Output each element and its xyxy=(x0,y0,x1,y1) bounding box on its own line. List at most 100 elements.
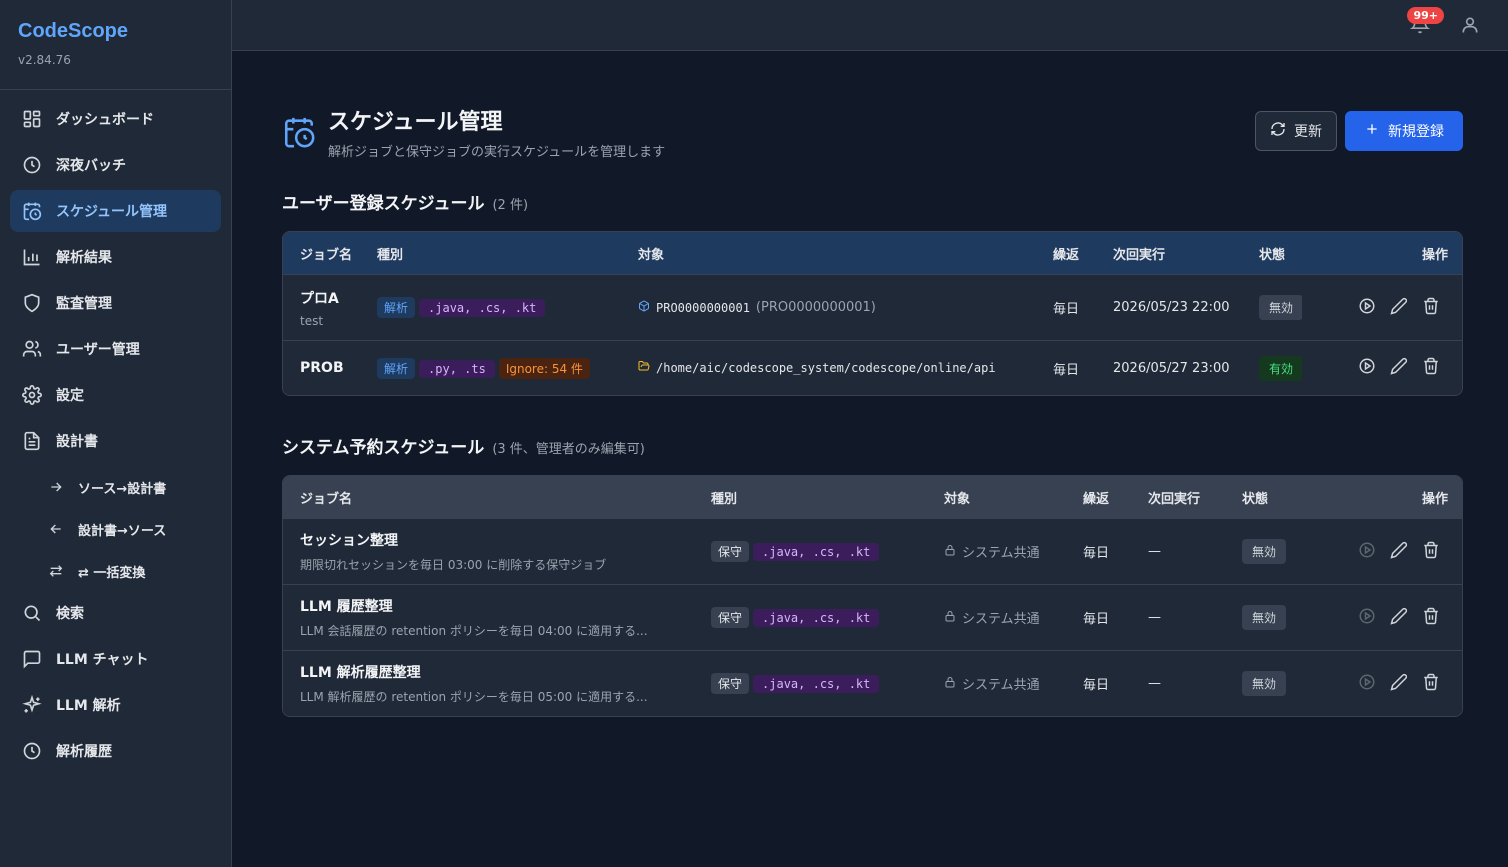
clock-icon xyxy=(22,155,42,175)
col-name[interactable]: ジョブ名 xyxy=(283,244,360,263)
edit-icon[interactable] xyxy=(1390,673,1408,695)
sidebar-item-label: 監査管理 xyxy=(56,296,112,312)
sidebar-item-design-docs[interactable]: 設計書 xyxy=(10,420,221,462)
col-next[interactable]: 次回実行 xyxy=(1131,488,1225,507)
col-next[interactable]: 次回実行 xyxy=(1096,244,1242,263)
table-row[interactable]: LLM 履歴整理 LLM 会話履歴の retention ポリシーを毎日 04:… xyxy=(283,584,1462,650)
sidebar-item-label: 解析結果 xyxy=(56,250,112,266)
play-icon[interactable] xyxy=(1358,357,1376,379)
sidebar-item-label: 設定 xyxy=(56,388,84,404)
sidebar-item-label: 解析履歴 xyxy=(56,744,112,760)
col-status[interactable]: 状態 xyxy=(1225,488,1305,507)
col-repeat[interactable]: 繰返 xyxy=(1066,488,1131,507)
table-row[interactable]: セッション整理 期限切れセッションを毎日 03:00 に削除する保守ジョブ 保守… xyxy=(283,518,1462,584)
kind-tag: 解析 xyxy=(377,297,416,318)
col-kind[interactable]: 種別 xyxy=(694,488,927,507)
refresh-label: 更新 xyxy=(1294,124,1322,140)
sidebar-item-label: LLM 解析 xyxy=(56,698,121,714)
refresh-button[interactable]: 更新 xyxy=(1255,111,1337,151)
target-cell: /home/aic/codescope_system/codescope/onl… xyxy=(621,360,1036,376)
trash-icon[interactable] xyxy=(1422,541,1440,563)
table-row[interactable]: PROB 解析 .py, .ts Ignore: 54 件 /home/aic/co… xyxy=(283,340,1462,395)
sidebar-item-llm-analysis[interactable]: LLM 解析 xyxy=(10,684,221,726)
sidebar-item-night-batch[interactable]: 深夜バッチ xyxy=(10,144,221,186)
ignore-tag: Ignore: 54 件 xyxy=(498,357,590,379)
col-name[interactable]: ジョブ名 xyxy=(283,488,694,507)
sidebar-item-users[interactable]: ユーザー管理 xyxy=(10,328,221,370)
ext-tag: .java, .cs, .kt xyxy=(753,609,880,627)
edit-icon[interactable] xyxy=(1390,357,1408,379)
cube-icon xyxy=(638,300,650,316)
target-cell: システム共通 xyxy=(927,608,1066,627)
lock-icon xyxy=(944,676,956,692)
job-desc: 期限切れセッションを毎日 03:00 に削除する保守ジョブ xyxy=(300,558,607,572)
sidebar-item-analysis-history[interactable]: 解析履歴 xyxy=(10,730,221,772)
trash-icon[interactable] xyxy=(1422,607,1440,629)
kind-cell: 保守 .java, .cs, .kt xyxy=(694,541,927,562)
repeat-cell: 毎日 xyxy=(1083,678,1110,693)
kind-cell: 保守 .java, .cs, .kt xyxy=(694,673,927,694)
sidebar-item-schedule[interactable]: スケジュール管理 xyxy=(10,190,221,232)
sidebar-subitem-doc-to-source[interactable]: 設計書→ソース xyxy=(10,508,221,550)
section-count: (3 件、管理者のみ編集可) xyxy=(492,442,645,457)
repeat-cell: 毎日 xyxy=(1053,302,1080,317)
nav: ダッシュボード 深夜バッチ スケジュール管理 解析結果 監査管理 ユーザー管理 … xyxy=(0,90,231,772)
col-status[interactable]: 状態 xyxy=(1242,244,1302,263)
col-target[interactable]: 対象 xyxy=(927,488,1066,507)
sidebar-item-search[interactable]: 検索 xyxy=(10,592,221,634)
target-code: PRO0000000001 xyxy=(656,300,750,315)
ops-cell xyxy=(1305,607,1462,629)
trash-icon[interactable] xyxy=(1422,673,1440,695)
trash-icon[interactable] xyxy=(1422,357,1440,379)
sidebar-subitem-source-to-doc[interactable]: ソース→設計書 xyxy=(10,466,221,508)
calendar-clock-icon xyxy=(282,115,316,149)
target-text: システム共通 xyxy=(962,546,1040,561)
sidebar: CodeScope v2.84.76 ダッシュボード 深夜バッチ スケジュール管… xyxy=(0,0,232,867)
job-name-cell: プロA test xyxy=(283,288,360,328)
sidebar-item-results[interactable]: 解析結果 xyxy=(10,236,221,278)
edit-icon[interactable] xyxy=(1390,297,1408,319)
sidebar-item-audit[interactable]: 監査管理 xyxy=(10,282,221,324)
status-cell: 無効 xyxy=(1225,671,1305,696)
target-text: システム共通 xyxy=(962,678,1040,693)
target-paren: (PRO0000000001) xyxy=(755,300,876,315)
col-target[interactable]: 対象 xyxy=(621,244,1036,263)
ext-tag: .java, .cs, .kt xyxy=(753,543,880,561)
bar-chart-icon xyxy=(22,247,42,267)
job-desc: LLM 会話履歴の retention ポリシーを毎日 04:00 に適用する.… xyxy=(300,624,648,638)
sidebar-item-label: LLM チャット xyxy=(56,652,149,668)
sidebar-subitem-bulk-convert[interactable]: ⇄ 一括変換 xyxy=(10,550,221,592)
next-run-cell: — xyxy=(1148,610,1161,625)
job-name-cell: セッション整理 期限切れセッションを毎日 03:00 に削除する保守ジョブ xyxy=(283,530,694,573)
edit-icon[interactable] xyxy=(1390,541,1408,563)
table-row[interactable]: LLM 解析履歴整理 LLM 解析履歴の retention ポリシーを毎日 0… xyxy=(283,650,1462,716)
sidebar-item-label: ダッシュボード xyxy=(56,112,154,128)
user-icon[interactable] xyxy=(1460,15,1480,35)
new-schedule-button[interactable]: 新規登録 xyxy=(1345,111,1463,151)
folder-icon xyxy=(638,360,650,376)
sidebar-item-label: 設計書 xyxy=(56,434,98,450)
ext-tag: .java, .cs, .kt xyxy=(753,675,880,693)
col-kind[interactable]: 種別 xyxy=(360,244,621,263)
sidebar-item-llm-chat[interactable]: LLM チャット xyxy=(10,638,221,680)
job-desc: LLM 解析履歴の retention ポリシーを毎日 05:00 に適用する.… xyxy=(300,690,648,704)
app-name[interactable]: CodeScope xyxy=(18,20,213,43)
repeat-cell: 毎日 xyxy=(1053,362,1080,378)
table-header: ジョブ名 種別 対象 繰返 次回実行 状態 操作 xyxy=(283,232,1462,274)
col-repeat[interactable]: 繰返 xyxy=(1036,244,1096,263)
app-version: v2.84.76 xyxy=(18,53,71,67)
sidebar-item-settings[interactable]: 設定 xyxy=(10,374,221,416)
trash-icon[interactable] xyxy=(1422,297,1440,319)
edit-icon[interactable] xyxy=(1390,607,1408,629)
sidebar-item-dashboard[interactable]: ダッシュボード xyxy=(10,98,221,140)
gear-icon xyxy=(22,385,42,405)
job-name: セッション整理 xyxy=(300,533,398,549)
notification-badge: 99+ xyxy=(1407,7,1444,24)
kind-tag: 保守 xyxy=(711,541,750,562)
brand: CodeScope v2.84.76 xyxy=(0,0,231,90)
search-icon xyxy=(22,603,42,623)
play-icon[interactable] xyxy=(1358,297,1376,319)
kind-cell: 解析 .java, .cs, .kt xyxy=(360,297,621,318)
user-schedules-title: ユーザー登録スケジュール (2 件) xyxy=(282,189,1463,214)
table-row[interactable]: プロA test 解析 .java, .cs, .kt PRO0000000001… xyxy=(283,274,1462,340)
